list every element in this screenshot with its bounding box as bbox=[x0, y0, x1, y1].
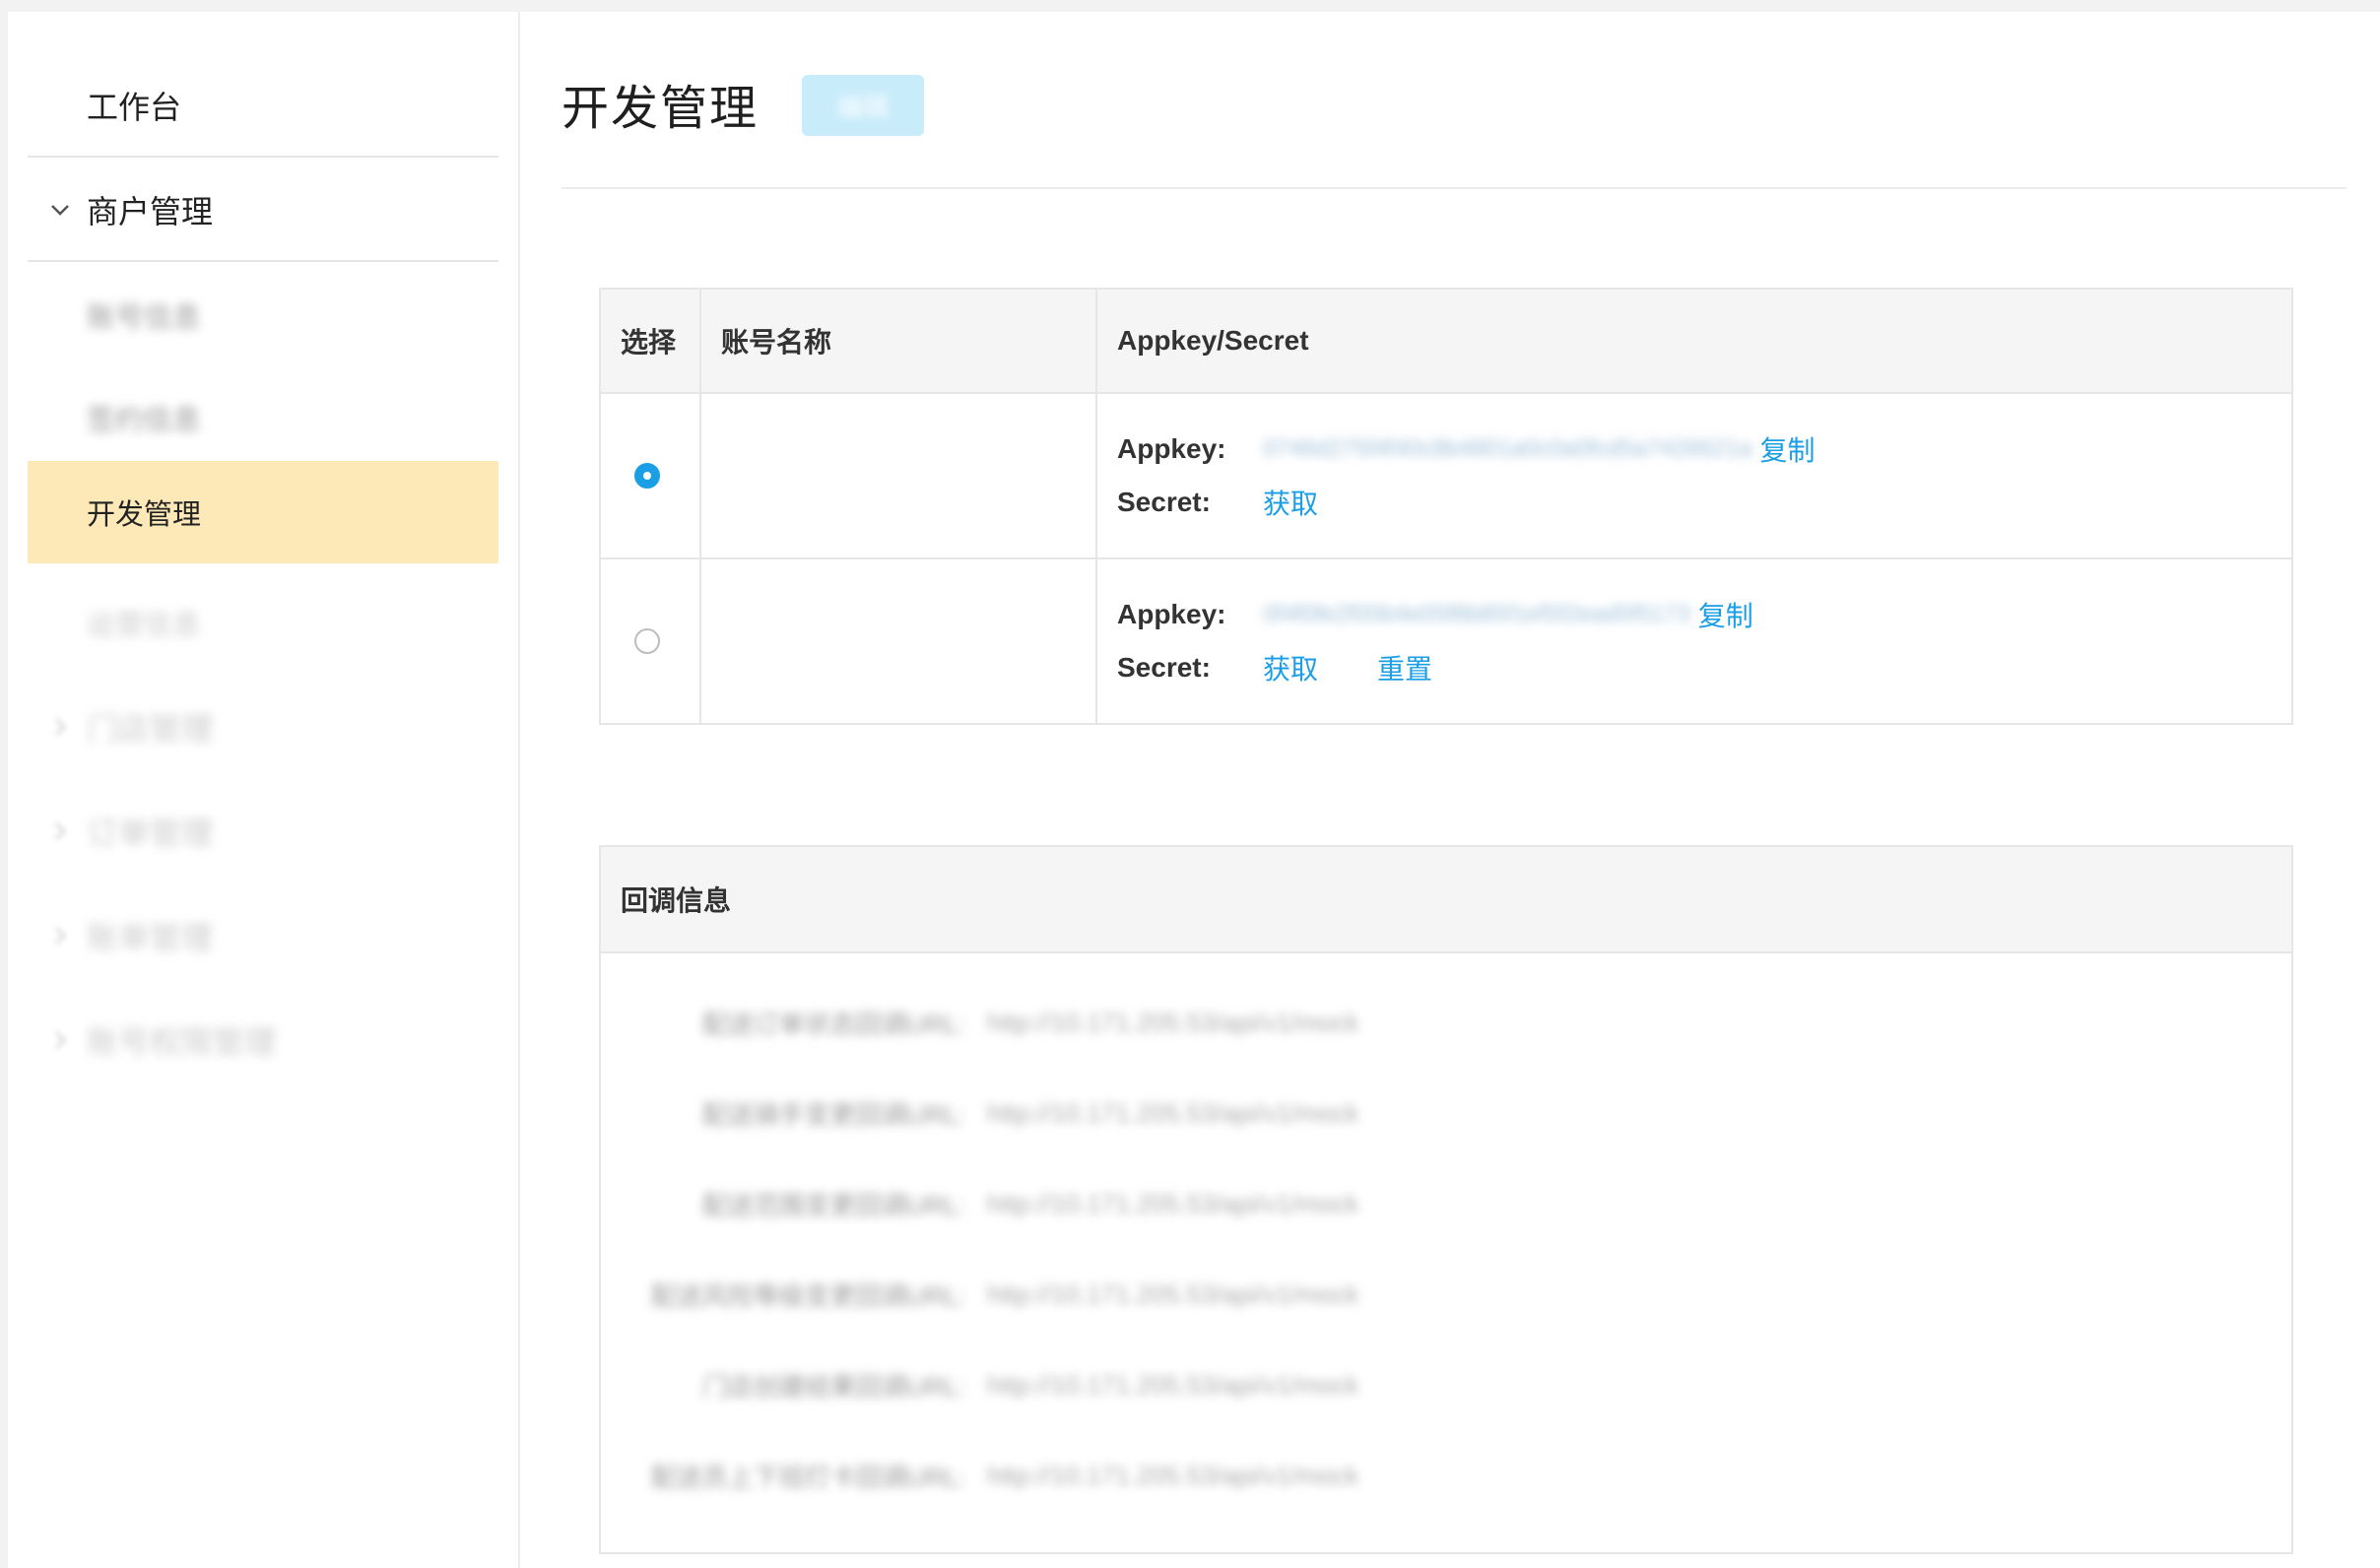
sidebar-item-workbench[interactable]: 工作台 bbox=[28, 55, 498, 158]
secret-label: Secret: bbox=[1117, 652, 1211, 683]
chevron-right-icon bbox=[55, 927, 66, 945]
reset-link[interactable]: 重置 bbox=[1377, 648, 1432, 687]
sidebar-item-contract-info[interactable]: 签约信息 bbox=[28, 366, 498, 469]
sidebar-group-bill[interactable]: 账单管理 bbox=[28, 884, 498, 987]
callback-row: 配送员上下班打卡回调URL: http://10.171.205.53/api/… bbox=[601, 1456, 1359, 1495]
main-content: 开发管理 编辑 选择 账号名称 Appkey/Secret Appkey: 07… bbox=[520, 12, 2380, 1568]
callback-row: 配送风险等级变更回调URL: http://10.171.205.53/api/… bbox=[601, 1274, 1359, 1314]
radio-dot bbox=[643, 472, 651, 480]
radio-unselected[interactable] bbox=[634, 628, 660, 654]
callback-url: http://10.171.205.53/api/v1/mock bbox=[987, 1369, 1359, 1400]
sidebar-group-label: 商户管理 bbox=[87, 194, 214, 229]
sidebar-group-permissions[interactable]: 账号权限管理 bbox=[28, 989, 498, 1091]
radio-selected[interactable] bbox=[634, 463, 660, 489]
appkey-line: Appkey: 0746d275f4f40c8b4801a0c0a0fcd5a7… bbox=[1117, 423, 2272, 476]
table-row: Appkey: 0746d275f4f40c8b4801a0c0a0fcd5a7… bbox=[599, 392, 2293, 559]
sidebar-group-label: 账号权限管理 bbox=[87, 1024, 277, 1060]
select-cell bbox=[599, 392, 701, 559]
secret-label: Secret: bbox=[1117, 487, 1211, 517]
sidebar-group-label: 门店管理 bbox=[87, 711, 214, 747]
sidebar-group-store[interactable]: 门店管理 bbox=[28, 676, 498, 778]
appkey-value: 0746d275f4f40c8b4801a0c0a0fcd5a7426621a bbox=[1263, 435, 1752, 462]
callback-url: http://10.171.205.53/api/v1/mock bbox=[987, 1097, 1359, 1128]
sidebar-item-label: 工作台 bbox=[87, 90, 182, 125]
sidebar-item-label: 签约信息 bbox=[87, 405, 202, 436]
secret-line: Secret: 获取 重置 bbox=[1117, 641, 2272, 694]
appkey-label: Appkey: bbox=[1117, 599, 1226, 629]
sidebar: 工作台 商户管理 账号信息 签约信息 开发管理 运营信息 门店管理 订单管理 账… bbox=[8, 12, 520, 1568]
appkey-secret-cell: Appkey: 0f4f0fe2f00b4e05f8b85f1ef5f2ead5… bbox=[1095, 557, 2293, 725]
fetch-link[interactable]: 获取 bbox=[1263, 648, 1318, 687]
table-row: Appkey: 0f4f0fe2f00b4e05f8b85f1ef5f2ead5… bbox=[599, 557, 2293, 725]
callback-url: http://10.171.205.53/api/v1/mock bbox=[987, 1278, 1359, 1309]
appkey-secret-cell: Appkey: 0746d275f4f40c8b4801a0c0a0fcd5a7… bbox=[1095, 392, 2293, 559]
chevron-right-icon bbox=[55, 718, 66, 736]
callback-url: http://10.171.205.53/api/v1/mock bbox=[987, 1460, 1359, 1490]
sidebar-group-label: 订单管理 bbox=[87, 816, 214, 851]
sidebar-item-account-info[interactable]: 账号信息 bbox=[28, 264, 498, 366]
callback-url: http://10.171.205.53/api/v1/mock bbox=[987, 1007, 1359, 1037]
sidebar-item-label: 运营信息 bbox=[87, 610, 202, 641]
appkey-value: 0f4f0fe2f00b4e05f8b85f1ef5f2ead5f5173 bbox=[1263, 601, 1690, 627]
column-header-select: 选择 bbox=[599, 288, 701, 394]
accounts-table: 选择 账号名称 Appkey/Secret Appkey: 0746d275f4… bbox=[599, 288, 2293, 725]
copy-link[interactable]: 复制 bbox=[1759, 429, 1815, 469]
edit-button[interactable]: 编辑 bbox=[802, 75, 924, 136]
sidebar-item-dev-management[interactable]: 开发管理 bbox=[28, 461, 498, 563]
appkey-label: Appkey: bbox=[1117, 433, 1226, 464]
sidebar-group-label: 账单管理 bbox=[87, 920, 214, 955]
callback-row: 门店创建结果回调URL: http://10.171.205.53/api/v1… bbox=[601, 1365, 1359, 1405]
select-cell bbox=[599, 557, 701, 725]
sidebar-item-operation-info[interactable]: 运营信息 bbox=[28, 571, 498, 674]
callback-label: 门店创建结果回调URL: bbox=[701, 1371, 965, 1402]
chevron-down-icon bbox=[51, 205, 69, 216]
callback-label: 配送风险等级变更回调URL: bbox=[650, 1280, 965, 1311]
appkey-line: Appkey: 0f4f0fe2f00b4e05f8b85f1ef5f2ead5… bbox=[1117, 588, 2272, 641]
column-header-appkey-secret: Appkey/Secret bbox=[1095, 288, 2293, 394]
callback-url: http://10.171.205.53/api/v1/mock bbox=[987, 1188, 1359, 1218]
callback-label: 配送骑手变更回调URL: bbox=[701, 1099, 965, 1130]
sidebar-group-order[interactable]: 订单管理 bbox=[28, 780, 498, 882]
callback-panel: 回调信息 配送订单状态回调URL: http://10.171.205.53/a… bbox=[599, 845, 2293, 1554]
table-header-row: 选择 账号名称 Appkey/Secret bbox=[599, 288, 2293, 394]
callback-row: 配送范围变更回调URL: http://10.171.205.53/api/v1… bbox=[601, 1184, 1359, 1223]
callback-label: 配送订单状态回调URL: bbox=[701, 1009, 965, 1039]
callback-label: 配送员上下班打卡回调URL: bbox=[650, 1462, 965, 1492]
chevron-right-icon bbox=[55, 1031, 66, 1049]
column-header-account-name: 账号名称 bbox=[699, 288, 1097, 394]
chevron-right-icon bbox=[55, 822, 66, 840]
sidebar-item-label: 开发管理 bbox=[87, 499, 202, 531]
edit-button-label: 编辑 bbox=[836, 92, 889, 122]
account-name-cell bbox=[699, 557, 1097, 725]
sidebar-group-merchant[interactable]: 商户管理 bbox=[28, 160, 498, 262]
fetch-link[interactable]: 获取 bbox=[1263, 483, 1318, 522]
sidebar-item-label: 账号信息 bbox=[87, 302, 202, 334]
callback-label: 配送范围变更回调URL: bbox=[701, 1190, 965, 1220]
callback-row: 配送骑手变更回调URL: http://10.171.205.53/api/v1… bbox=[601, 1093, 1359, 1133]
title-divider bbox=[562, 187, 2347, 189]
account-name-cell bbox=[699, 392, 1097, 559]
secret-line: Secret: 获取 bbox=[1117, 476, 2272, 529]
copy-link[interactable]: 复制 bbox=[1698, 595, 1753, 634]
page-title: 开发管理 bbox=[562, 83, 760, 135]
callback-row: 配送订单状态回调URL: http://10.171.205.53/api/v1… bbox=[601, 1003, 1359, 1042]
callback-title: 回调信息 bbox=[601, 847, 2291, 953]
